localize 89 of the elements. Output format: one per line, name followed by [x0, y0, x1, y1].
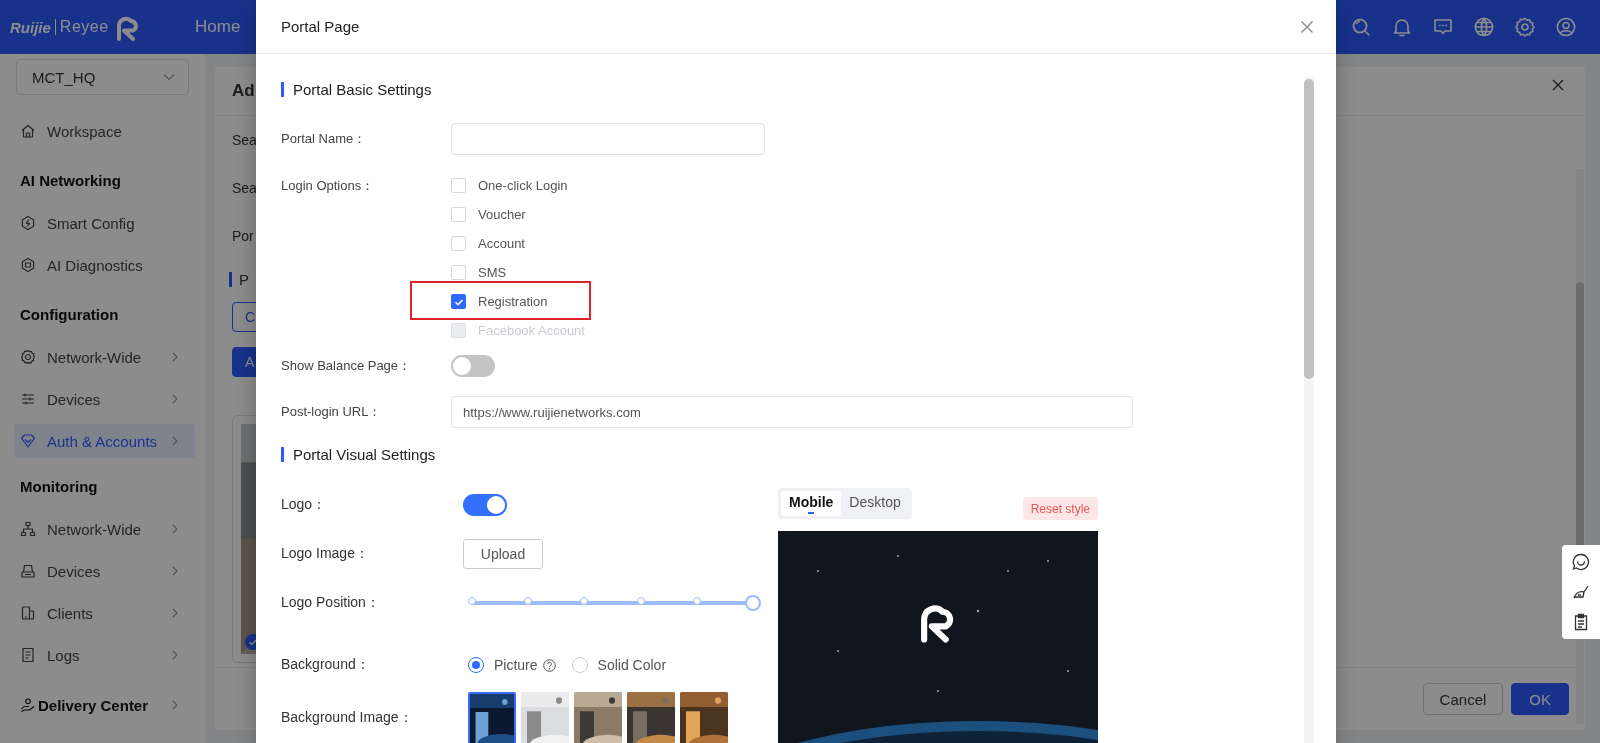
radio-button[interactable]: [468, 657, 484, 673]
checkbox-label: Account: [478, 236, 525, 251]
background-thumbnail[interactable]: [574, 692, 622, 743]
checkbox[interactable]: [451, 294, 466, 309]
hexagon-bolt-icon: [20, 215, 36, 231]
slider-stop[interactable]: [580, 597, 589, 605]
menu-section-title: Configuration: [19, 305, 120, 325]
field-label: Show Balance Page：: [281, 357, 413, 375]
network-tree-icon: [20, 521, 36, 537]
section-title: P: [239, 270, 249, 288]
sidebar-item[interactable]: Clients: [0, 592, 195, 634]
toggle-switch[interactable]: [451, 355, 495, 377]
upload-button[interactable]: Upload: [463, 539, 543, 569]
background-thumbnail[interactable]: [468, 692, 516, 743]
sidebar-item[interactable]: Devices: [0, 550, 195, 592]
close-icon[interactable]: [1300, 19, 1314, 34]
radio-label: Solid Color: [597, 657, 667, 673]
background-thumbnail[interactable]: [627, 692, 675, 743]
dialog-title: Portal Page: [281, 18, 360, 35]
form-label: Sea: [232, 131, 257, 150]
slider-stop[interactable]: [468, 597, 476, 605]
menu-section-title: AI Networking: [19, 171, 122, 191]
sliders-icon: [20, 391, 36, 407]
field-label: Logo Position：: [281, 594, 381, 612]
sidebar-item[interactable]: Network-Wide: [0, 336, 195, 378]
radio-label: Picture: [494, 657, 538, 673]
checkbox-label: Registration: [478, 294, 548, 309]
gear-icon: [20, 349, 36, 365]
background-thumbnail[interactable]: [680, 692, 728, 743]
site-dropdown[interactable]: MCT_HQ: [16, 59, 189, 95]
checkbox-label: SMS: [478, 265, 507, 280]
field-label: Logo：: [281, 496, 328, 514]
slider-stop[interactable]: [636, 597, 645, 605]
sidebar-item[interactable]: Delivery Center: [0, 684, 195, 726]
text-field[interactable]: https://www.ruijienetworks.com: [451, 396, 1133, 428]
slider-stop[interactable]: [692, 597, 701, 605]
scrollbar[interactable]: [1304, 76, 1314, 743]
chat-icon[interactable]: [1572, 553, 1590, 571]
section-title: Portal Visual Settings: [293, 445, 436, 463]
sidebar-item[interactable]: Network-Wide: [0, 508, 195, 550]
sidebar-item[interactable]: Smart Config: [0, 202, 195, 244]
close-icon[interactable]: [1551, 78, 1565, 92]
hand-writing-icon[interactable]: [1572, 583, 1590, 601]
toggle-switch[interactable]: [463, 494, 507, 516]
diamond-icon: [20, 433, 36, 449]
product-logo-text: Reyee: [59, 18, 109, 36]
sidebar-item[interactable]: AI Diagnostics: [0, 244, 195, 286]
checkbox-label: Voucher: [478, 207, 526, 222]
person-hand-icon: [20, 697, 36, 713]
text-field[interactable]: [451, 123, 765, 155]
field-label: Post-login URL：: [281, 403, 383, 421]
brand-logo-text: Ruijie: [10, 18, 51, 36]
bell-icon[interactable]: [1391, 16, 1413, 38]
user-icon[interactable]: [1555, 16, 1577, 38]
button[interactable]: Cancel: [1422, 683, 1504, 715]
document-icon: [20, 647, 36, 663]
radio-button[interactable]: [571, 657, 588, 673]
tab[interactable]: Mobile: [781, 491, 842, 516]
tab[interactable]: Desktop: [841, 491, 909, 516]
field-label: Login Options：: [281, 177, 376, 195]
reset-style-button[interactable]: Reset style: [1022, 497, 1098, 520]
slider-stop[interactable]: [524, 597, 533, 605]
help-icon[interactable]: [542, 658, 556, 672]
clients-icon: [20, 605, 36, 621]
menu-section-title: Monitoring: [19, 477, 99, 497]
panel-title: Ad: [232, 81, 255, 101]
sidebar-item[interactable]: Workspace: [0, 110, 195, 152]
sidebar-item[interactable]: Logs: [0, 634, 195, 676]
section-title: Portal Basic Settings: [293, 80, 432, 98]
clipboard-icon[interactable]: [1572, 613, 1590, 631]
home-icon: [20, 123, 36, 139]
sidebar-item[interactable]: Auth & Accounts: [14, 424, 195, 458]
device-icon: [20, 563, 36, 579]
slider-thumb[interactable]: [745, 595, 761, 611]
field-label: Background Image：: [281, 708, 414, 727]
field-label: Logo Image：: [281, 545, 370, 563]
button[interactable]: OK: [1511, 683, 1569, 715]
checkbox-label: One-click Login: [478, 178, 568, 193]
form-label: Sea: [232, 179, 257, 198]
hexagon-chip-icon: [20, 257, 36, 273]
field-label: Background：: [281, 656, 371, 674]
nav-link[interactable]: Home: [195, 17, 241, 37]
settings-icon[interactable]: [1514, 16, 1536, 38]
search-icon[interactable]: [1350, 16, 1372, 38]
sidebar-item[interactable]: Devices: [0, 378, 195, 420]
globe-icon[interactable]: [1473, 16, 1495, 38]
background-thumbnail[interactable]: [521, 692, 569, 743]
field-label: Portal Name：: [281, 130, 368, 148]
form-label: Por: [232, 227, 254, 246]
